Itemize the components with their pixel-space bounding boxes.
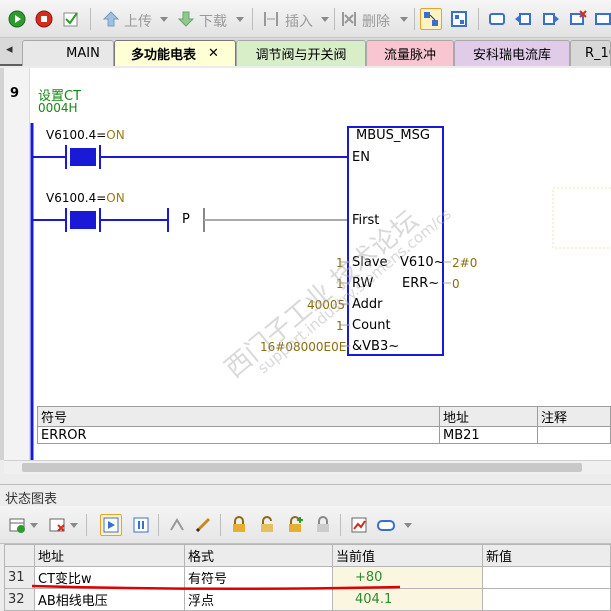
status-chart-toolbar (0, 506, 611, 544)
pin-done: V610~ (400, 255, 445, 270)
comment-cell[interactable] (537, 426, 611, 444)
scrollbar-thumb[interactable] (22, 463, 582, 472)
upload-icon[interactable] (100, 8, 122, 30)
new-value-column-header: 新值 (482, 544, 611, 567)
address-cell[interactable]: MB21 (439, 426, 538, 444)
error-value: 0 (452, 277, 460, 291)
delete-box-icon[interactable] (567, 8, 589, 30)
new-value-cell[interactable] (482, 588, 611, 611)
addr-value: 40005 (307, 298, 346, 312)
tab-scroll-left-icon[interactable]: ◂ (6, 42, 13, 57)
current-value-column-header: 当前值 (332, 544, 483, 567)
tab-main[interactable]: MAIN (22, 40, 114, 66)
arrow-right-icon[interactable] (540, 8, 562, 30)
arrow-left-icon[interactable] (512, 8, 534, 30)
write-icon[interactable] (192, 514, 214, 536)
tab-acrel-lib[interactable]: 安科瑞电流库 (454, 40, 570, 66)
positive-transition-label: P (182, 212, 190, 227)
tab-multifunction-meter[interactable]: 多功能电表 ✕ (114, 40, 236, 66)
compile-icon[interactable] (60, 8, 82, 30)
tooltip-icon[interactable] (376, 514, 398, 536)
done-value: 2#0 (452, 256, 478, 270)
ladder-diagram (30, 123, 611, 460)
delete-row-icon[interactable] (46, 514, 68, 536)
upload-button[interactable]: 上传 (124, 11, 152, 31)
dataptr-value: 16#08000E0E (260, 340, 347, 354)
format-column-header: 格式 (184, 544, 333, 567)
slave-value: 1 (336, 256, 344, 270)
tab-r10[interactable]: R_10 (570, 40, 611, 66)
delete-icon[interactable] (338, 8, 360, 30)
pin-addr: Addr (352, 297, 383, 312)
symbol-cell[interactable]: ERROR (37, 426, 440, 444)
pause-monitor-icon[interactable] (130, 514, 152, 536)
network-tree-icon[interactable] (448, 8, 470, 30)
pin-rw: RW (352, 276, 374, 291)
unforce-all-icon[interactable] (284, 514, 306, 536)
address-column-header: 地址 (34, 544, 185, 567)
address-header: 地址 (439, 406, 538, 427)
coil-icon[interactable] (592, 8, 611, 30)
tab-flow-pulse[interactable]: 流量脉冲 (366, 40, 454, 66)
new-value-cell[interactable] (482, 566, 611, 589)
count-value: 1 (336, 319, 344, 333)
main-toolbar: 上传 下载 插入 删除 (0, 0, 611, 38)
force-icon[interactable] (228, 514, 250, 536)
unforce-icon[interactable] (256, 514, 278, 536)
continuous-monitor-icon[interactable] (100, 514, 122, 536)
status-chart-table: 地址 格式 当前值 新值 31 CT变比w 有符号 +80 32 AB相线电压 … (4, 544, 611, 611)
contact1-address: V6100.4=ON (46, 128, 125, 142)
red-underline-annotation (31, 584, 401, 591)
pin-dataptr: &VB3~ (352, 339, 400, 354)
box-icon[interactable] (486, 8, 508, 30)
contact2-address: V6100.4=ON (46, 191, 125, 205)
add-row-icon[interactable] (6, 514, 28, 536)
read-icon[interactable] (166, 514, 188, 536)
network-view-icon[interactable] (420, 8, 442, 30)
trend-view-icon[interactable] (348, 514, 370, 536)
read-forced-icon[interactable] (312, 514, 334, 536)
delete-button[interactable]: 删除 (362, 11, 390, 31)
block-name: MBUS_MSG (356, 128, 430, 143)
pin-slave: Slave (352, 255, 388, 270)
tab-valves[interactable]: 调节阀与开关阀 (236, 40, 366, 66)
program-tabs: ◂ MAIN 多功能电表 ✕ 调节阀与开关阀 流量脉冲 安科瑞电流库 R_10 (0, 38, 611, 66)
pin-count: Count (352, 318, 391, 333)
rw-value: 1 (336, 277, 344, 291)
pin-error: ERR~ (402, 276, 440, 291)
run-icon[interactable] (6, 8, 28, 30)
symbol-table: 符号 地址 注释 ERROR MB21 (37, 406, 611, 444)
download-icon[interactable] (175, 8, 197, 30)
download-button[interactable]: 下载 (199, 11, 227, 31)
status-chart-title: 状态图表 (0, 484, 611, 507)
pin-first: First (352, 213, 380, 228)
symbol-header: 符号 (37, 406, 440, 427)
stop-icon[interactable] (33, 8, 55, 30)
horizontal-scrollbar[interactable] (4, 460, 611, 474)
insert-icon[interactable] (260, 8, 282, 30)
comment-header: 注释 (537, 406, 611, 427)
insert-button[interactable]: 插入 (285, 11, 313, 31)
close-icon[interactable]: ✕ (208, 46, 219, 61)
table-row[interactable]: ERROR MB21 (37, 426, 611, 444)
pin-en: EN (352, 150, 370, 165)
